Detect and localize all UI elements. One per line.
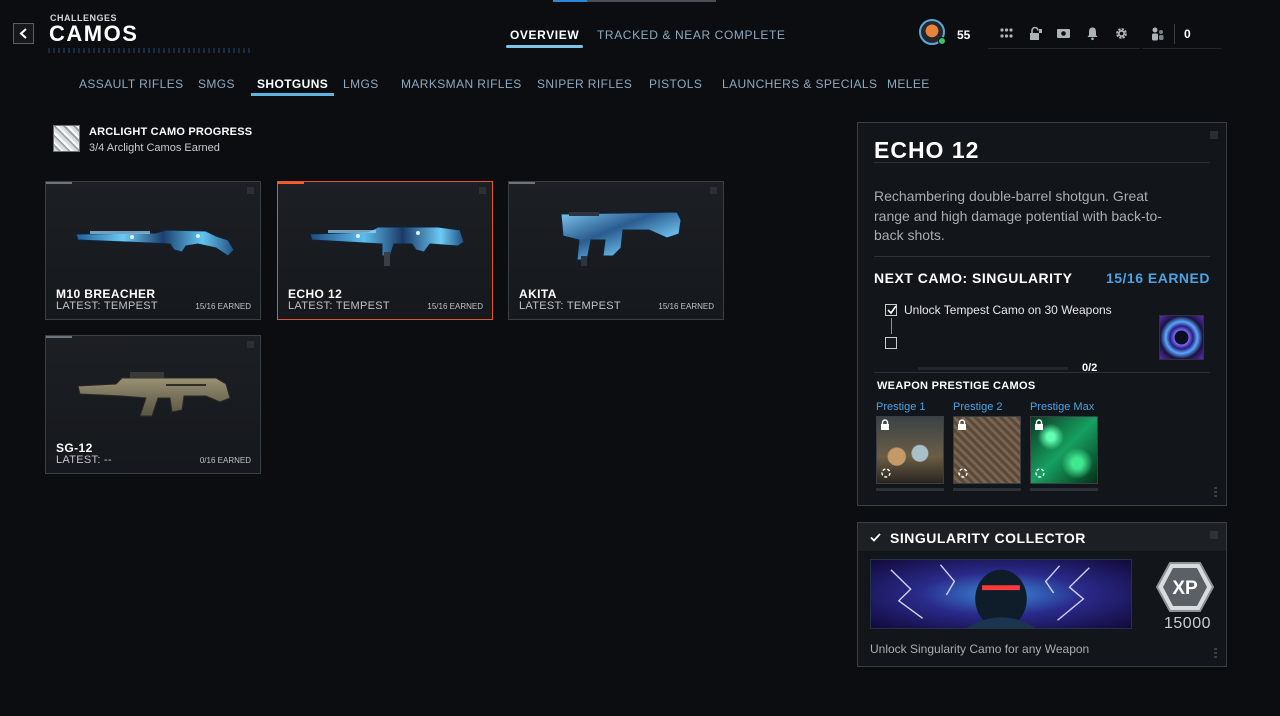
party-bar[interactable]: 0 bbox=[1142, 19, 1221, 49]
prestige-max-progress bbox=[1030, 488, 1098, 491]
tab-sniper-rifles[interactable]: SNIPER RIFLES bbox=[537, 77, 632, 91]
singularity-camo-thumbnail bbox=[1159, 315, 1204, 360]
tab-pistols[interactable]: PISTOLS bbox=[649, 77, 702, 91]
challenge-progress-bar bbox=[918, 367, 1068, 370]
weapon-card-sg-12[interactable]: SG-12 LATEST: -- 0/16 EARNED bbox=[45, 335, 261, 474]
weapon-latest-camo: LATEST: -- bbox=[56, 454, 112, 466]
divider bbox=[874, 162, 1210, 163]
challenge-checkbox-empty bbox=[885, 337, 897, 349]
shotgun-image bbox=[309, 226, 465, 266]
checkmark-icon bbox=[870, 533, 881, 542]
tab-shotguns[interactable]: SHOTGUNS bbox=[250, 77, 335, 96]
weapon-latest-camo: LATEST: TEMPEST bbox=[519, 300, 621, 312]
weapon-card-akita[interactable]: AKITA LATEST: TEMPEST 15/16 EARNED bbox=[508, 181, 724, 320]
xp-amount: 15000 bbox=[1164, 615, 1211, 632]
shotgun-image bbox=[75, 229, 235, 257]
bell-icon[interactable] bbox=[1084, 25, 1102, 43]
reward-panel: SINGULARITY COLLECTOR XP 15000 Unlock Si… bbox=[857, 522, 1227, 667]
prestige-2-camo-tile[interactable] bbox=[953, 416, 1021, 484]
camo-progress-subtitle: 3/4 Arclight Camos Earned bbox=[89, 142, 220, 154]
challenge-checkbox-checked bbox=[885, 304, 897, 316]
prestige-2-label: Prestige 2 bbox=[953, 401, 1003, 413]
shotgun-image bbox=[77, 372, 231, 417]
divider bbox=[874, 372, 1210, 373]
online-status-dot bbox=[938, 37, 946, 45]
media-icon[interactable] bbox=[1055, 25, 1073, 43]
reward-title: SINGULARITY COLLECTOR bbox=[890, 530, 1086, 546]
chevron-left-icon bbox=[19, 28, 27, 39]
weapon-earned-count: 15/16 EARNED bbox=[195, 302, 251, 311]
next-camo-earned: 15/16 EARNED bbox=[1105, 270, 1210, 286]
back-button[interactable] bbox=[13, 23, 34, 44]
shotgun-image bbox=[560, 211, 682, 266]
lock-icon bbox=[1035, 419, 1043, 430]
weapon-name: SG-12 bbox=[56, 441, 93, 455]
weapon-name: ECHO 12 bbox=[288, 287, 343, 301]
title-decoration bbox=[48, 44, 252, 58]
social-icon bbox=[1152, 27, 1164, 41]
tab-tracked-near-complete[interactable]: TRACKED & NEAR COMPLETE bbox=[597, 28, 786, 42]
reward-description: Unlock Singularity Camo for any Weapon bbox=[870, 642, 1090, 656]
weapon-latest-camo: LATEST: TEMPEST bbox=[288, 300, 390, 312]
prestige-1-camo-tile[interactable] bbox=[876, 416, 944, 484]
weapon-details-panel: ECHO 12 Rechambering double-barrel shotg… bbox=[857, 122, 1227, 506]
top-bar: CHALLENGES CAMOS OVERVIEW TRACKED & NEAR… bbox=[0, 0, 1280, 64]
arclight-camo-icon bbox=[53, 125, 80, 152]
panel-grip bbox=[1214, 487, 1217, 497]
prestige-camos-title: WEAPON PRESTIGE CAMOS bbox=[877, 380, 1036, 392]
player-avatar[interactable] bbox=[919, 19, 946, 45]
tab-marksman-rifles[interactable]: MARKSMAN RIFLES bbox=[401, 77, 522, 91]
prestige-2-progress bbox=[953, 488, 1021, 491]
prestige-max-label: Prestige Max bbox=[1030, 401, 1095, 413]
weapon-card-echo-12[interactable]: ECHO 12 LATEST: TEMPEST 15/16 EARNED bbox=[277, 181, 493, 320]
lock-icon bbox=[881, 419, 889, 430]
tab-lmgs[interactable]: LMGS bbox=[343, 77, 379, 91]
unlock-icon[interactable] bbox=[1026, 25, 1044, 43]
camo-progress-title: ARCLIGHT CAMO PROGRESS bbox=[89, 126, 253, 138]
weapon-earned-count: 15/16 EARNED bbox=[427, 302, 483, 311]
spin-icon bbox=[1035, 468, 1045, 478]
tab-melee[interactable]: MELEE bbox=[887, 77, 930, 91]
prestige-1-label: Prestige 1 bbox=[876, 401, 926, 413]
player-level: 55 bbox=[957, 28, 971, 42]
weapon-earned-count: 15/16 EARNED bbox=[658, 302, 714, 311]
header-icon-bar bbox=[988, 19, 1140, 49]
tab-overview[interactable]: OVERVIEW bbox=[505, 28, 584, 48]
challenge-text: Unlock Tempest Camo on 30 Weapons bbox=[904, 303, 1112, 317]
xp-badge-icon: XP bbox=[1155, 562, 1215, 612]
weapon-description: Rechambering double-barrel shotgun. Grea… bbox=[874, 188, 1162, 243]
party-count: 0 bbox=[1184, 27, 1191, 41]
calling-card-image bbox=[870, 559, 1132, 629]
divider bbox=[874, 256, 1210, 257]
spin-icon bbox=[958, 468, 968, 478]
weapon-name: AKITA bbox=[519, 287, 557, 301]
weapon-earned-count: 0/16 EARNED bbox=[199, 456, 251, 465]
weapon-card-m10-breacher[interactable]: M10 BREACHER LATEST: TEMPEST 15/16 EARNE… bbox=[45, 181, 261, 320]
xp-badge-text: XP bbox=[1172, 578, 1198, 599]
spin-icon bbox=[881, 468, 891, 478]
details-weapon-name: ECHO 12 bbox=[874, 137, 980, 163]
party-divider bbox=[1174, 24, 1175, 44]
prestige-1-progress bbox=[876, 488, 944, 491]
checkmark-icon bbox=[887, 305, 897, 315]
weapon-latest-camo: LATEST: TEMPEST bbox=[56, 300, 158, 312]
prestige-max-camo-tile[interactable] bbox=[1030, 416, 1098, 484]
top-accent-bar bbox=[553, 0, 716, 2]
tab-assault-rifles[interactable]: ASSAULT RIFLES bbox=[79, 77, 184, 91]
gear-icon[interactable] bbox=[1113, 25, 1131, 43]
weapon-name: M10 BREACHER bbox=[56, 287, 156, 301]
apps-icon[interactable] bbox=[997, 25, 1015, 43]
panel-grip bbox=[1214, 648, 1217, 658]
challenge-connector bbox=[891, 318, 892, 334]
tab-smgs[interactable]: SMGS bbox=[198, 77, 235, 91]
next-camo-label: NEXT CAMO: SINGULARITY bbox=[874, 270, 1073, 286]
lock-icon bbox=[958, 419, 966, 430]
tab-launchers-specials[interactable]: LAUNCHERS & SPECIALS bbox=[722, 77, 877, 91]
